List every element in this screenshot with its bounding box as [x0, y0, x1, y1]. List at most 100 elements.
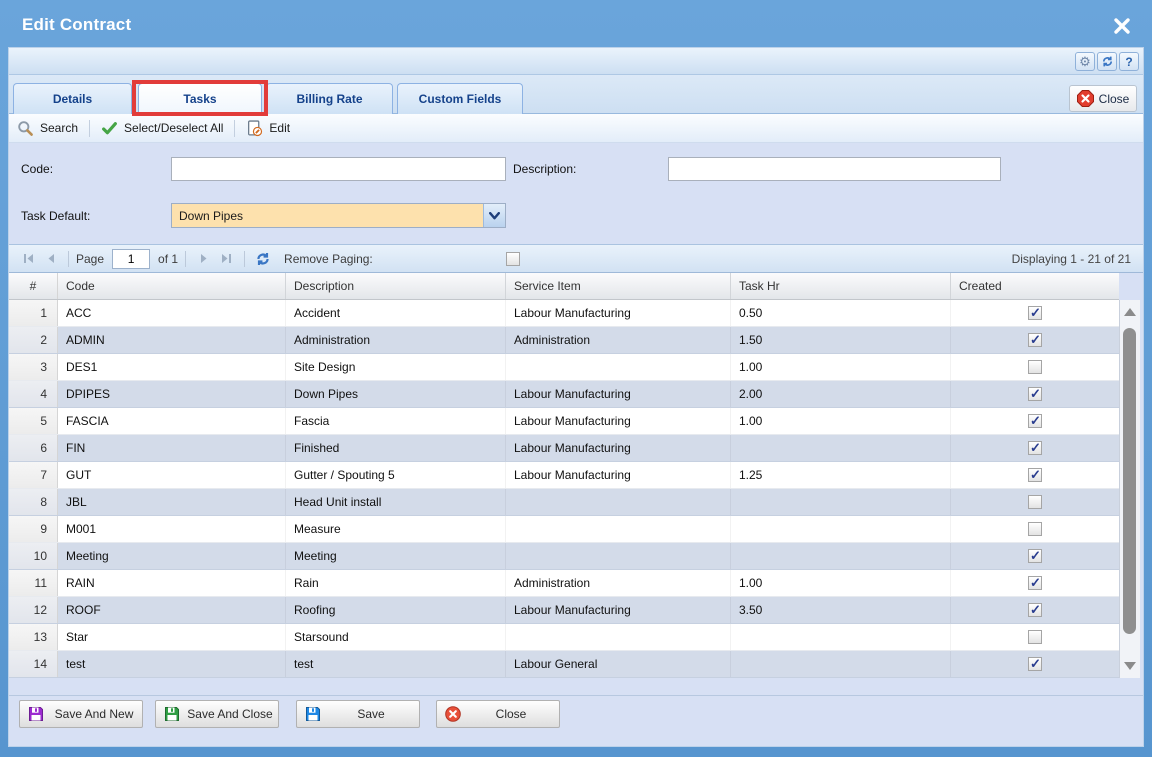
column-header-description[interactable]: Description	[286, 273, 506, 299]
table-row[interactable]: 10 Meeting Meeting	[9, 543, 1119, 570]
cell-task-hr: 2.00	[731, 381, 951, 407]
created-checkbox[interactable]	[1028, 387, 1042, 401]
tab-close-button[interactable]: Close	[1069, 85, 1137, 112]
toolbar-separator	[234, 120, 235, 137]
created-checkbox[interactable]	[1028, 441, 1042, 455]
cell-description: Down Pipes	[286, 381, 506, 407]
cell-code: ACC	[58, 300, 286, 326]
cell-service-item	[506, 516, 731, 542]
cell-description: Gutter / Spouting 5	[286, 462, 506, 488]
column-header-code[interactable]: Code	[58, 273, 286, 299]
cell-created	[951, 597, 1119, 623]
table-row[interactable]: 8 JBL Head Unit install	[9, 489, 1119, 516]
task-default-select[interactable]: Down Pipes	[171, 203, 506, 228]
next-page-button[interactable]	[193, 249, 215, 269]
cell-task-hr: 3.50	[731, 597, 951, 623]
description-label: Description:	[513, 162, 576, 176]
cell-service-item: Labour Manufacturing	[506, 381, 731, 407]
scroll-up-icon[interactable]	[1124, 308, 1136, 316]
tab-tasks[interactable]: Tasks	[138, 83, 262, 114]
close-button[interactable]: Close	[436, 700, 560, 728]
column-header-service-item[interactable]: Service Item	[506, 273, 731, 299]
chevron-down-icon[interactable]	[483, 204, 505, 227]
scrollbar-thumb[interactable]	[1123, 328, 1136, 634]
created-checkbox[interactable]	[1028, 576, 1042, 590]
refresh-grid-icon[interactable]	[252, 249, 274, 269]
cell-code: FIN	[58, 435, 286, 461]
paging-separator	[68, 251, 69, 267]
row-number: 7	[9, 462, 58, 488]
scroll-down-icon[interactable]	[1124, 662, 1136, 670]
first-page-button[interactable]	[17, 249, 39, 269]
created-checkbox[interactable]	[1028, 603, 1042, 617]
cell-description: Site Design	[286, 354, 506, 380]
save-icon	[28, 706, 44, 722]
cell-description: Fascia	[286, 408, 506, 434]
created-checkbox[interactable]	[1028, 549, 1042, 563]
cell-task-hr	[731, 516, 951, 542]
tab-custom-fields[interactable]: Custom Fields	[397, 83, 523, 114]
row-number: 14	[9, 651, 58, 677]
grid-header: # Code Description Service Item Task Hr …	[9, 273, 1119, 300]
vertical-scrollbar[interactable]	[1119, 300, 1140, 678]
column-header-created[interactable]: Created	[951, 273, 1119, 299]
cell-service-item	[506, 624, 731, 650]
edit-button[interactable]: Edit	[246, 120, 290, 137]
save-and-new-button[interactable]: Save And New	[19, 700, 143, 728]
table-row[interactable]: 1 ACC Accident Labour Manufacturing 0.50	[9, 300, 1119, 327]
table-row[interactable]: 14 test test Labour General	[9, 651, 1119, 678]
cell-created	[951, 651, 1119, 677]
code-input[interactable]	[171, 157, 506, 181]
created-checkbox[interactable]	[1028, 333, 1042, 347]
table-row[interactable]: 4 DPIPES Down Pipes Labour Manufacturing…	[9, 381, 1119, 408]
created-checkbox[interactable]	[1028, 306, 1042, 320]
created-checkbox[interactable]	[1028, 495, 1042, 509]
last-page-button[interactable]	[215, 249, 237, 269]
column-header-num[interactable]: #	[9, 273, 58, 299]
page-title: Edit Contract	[22, 15, 131, 35]
table-row[interactable]: 7 GUT Gutter / Spouting 5 Labour Manufac…	[9, 462, 1119, 489]
page-input[interactable]	[112, 249, 150, 269]
save-button[interactable]: Save	[296, 700, 420, 728]
prev-page-button[interactable]	[39, 249, 61, 269]
created-checkbox[interactable]	[1028, 414, 1042, 428]
tab-details[interactable]: Details	[13, 83, 132, 114]
gear-icon[interactable]: ⚙	[1075, 52, 1095, 71]
cell-task-hr	[731, 543, 951, 569]
row-number: 5	[9, 408, 58, 434]
tab-strip: Details Tasks Billing Rate Custom Fields…	[9, 75, 1143, 114]
row-number: 1	[9, 300, 58, 326]
select-deselect-all-button[interactable]: Select/Deselect All	[101, 120, 223, 137]
cell-created	[951, 381, 1119, 407]
table-row[interactable]: 3 DES1 Site Design 1.00	[9, 354, 1119, 381]
table-row[interactable]: 9 M001 Measure	[9, 516, 1119, 543]
created-checkbox[interactable]	[1028, 522, 1042, 536]
table-row[interactable]: 11 RAIN Rain Administration 1.00	[9, 570, 1119, 597]
description-input[interactable]	[668, 157, 1001, 181]
table-row[interactable]: 2 ADMIN Administration Administration 1.…	[9, 327, 1119, 354]
created-checkbox[interactable]	[1028, 657, 1042, 671]
column-header-task-hr[interactable]: Task Hr	[731, 273, 951, 299]
search-icon	[17, 120, 34, 137]
table-row[interactable]: 12 ROOF Roofing Labour Manufacturing 3.5…	[9, 597, 1119, 624]
cell-created	[951, 408, 1119, 434]
table-row[interactable]: 13 Star Starsound	[9, 624, 1119, 651]
cell-created	[951, 354, 1119, 380]
created-checkbox[interactable]	[1028, 468, 1042, 482]
row-number: 12	[9, 597, 58, 623]
search-button[interactable]: Search	[17, 120, 78, 137]
refresh-icon[interactable]	[1097, 52, 1117, 71]
table-row[interactable]: 6 FIN Finished Labour Manufacturing	[9, 435, 1119, 462]
help-icon[interactable]: ?	[1119, 52, 1139, 71]
save-and-close-button[interactable]: Save And Close	[155, 700, 279, 728]
close-icon[interactable]	[1112, 17, 1132, 35]
row-number: 13	[9, 624, 58, 650]
created-checkbox[interactable]	[1028, 360, 1042, 374]
created-checkbox[interactable]	[1028, 630, 1042, 644]
close-octagon-icon	[1077, 90, 1094, 107]
tab-billing-rate[interactable]: Billing Rate	[266, 83, 393, 114]
remove-paging-checkbox[interactable]	[506, 252, 520, 266]
edit-contract-dialog: Edit Contract ⚙ ? Details	[0, 0, 1152, 757]
table-row[interactable]: 5 FASCIA Fascia Labour Manufacturing 1.0…	[9, 408, 1119, 435]
dialog-titlebar[interactable]: Edit Contract	[0, 0, 1152, 47]
